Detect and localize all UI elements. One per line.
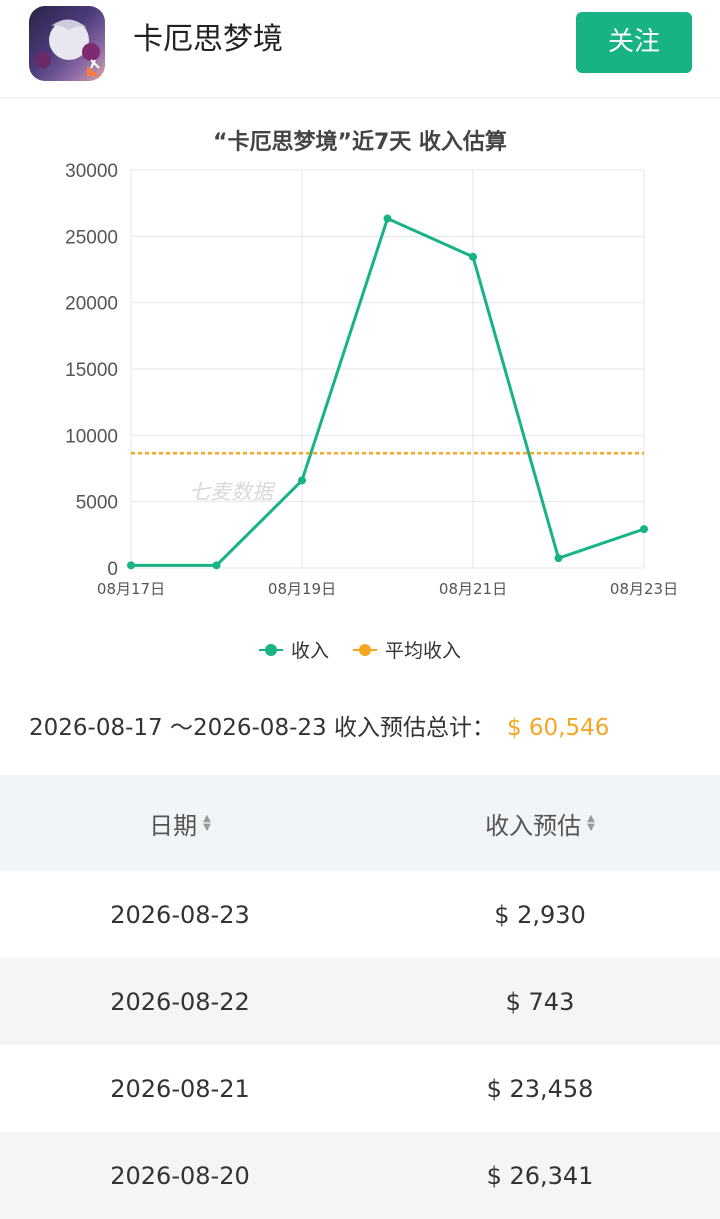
legend-marker-revenue [258, 643, 283, 656]
column-header-date-label: 日期 [149, 811, 198, 840]
y-tick-label: 5000 [76, 493, 118, 514]
revenue-point [298, 476, 306, 485]
legend-item-average[interactable]: 平均收入 [353, 636, 461, 663]
y-tick-label: 20000 [65, 294, 118, 315]
table-cell-date: 2026-08-21 [110, 1074, 250, 1103]
chart-legend: 收入 平均收入 [0, 636, 720, 663]
follow-button[interactable]: 关注 [576, 12, 692, 73]
app-icon[interactable] [29, 6, 105, 81]
x-tick-label: 08月19日 [268, 580, 336, 598]
revenue-point [212, 561, 221, 570]
y-tick-label: 10000 [65, 426, 118, 447]
legend-item-revenue[interactable]: 收入 [258, 636, 329, 663]
table-row: 2026-08-23 $ 2,930 [0, 871, 720, 958]
y-tick-label: 25000 [65, 227, 118, 248]
watermark: 七麦数据 [189, 481, 276, 504]
revenue-table: 日期 ▲ ▼ 收入预估 ▲ ▼ 2026-08-23 $ 2,930 2026-08… [0, 775, 720, 1219]
revenue-point [127, 561, 135, 570]
table-row: 2026-08-20 $ 26,341 [0, 1132, 720, 1219]
table-cell-revenue: $ 26,341 [486, 1161, 594, 1190]
column-header-revenue-label: 收入预估 [485, 811, 582, 840]
summary-label: 2026-08-17 ～2026-08-23 收入预估总计： [29, 715, 495, 741]
app-header: 卡厄思梦境 关注 [0, 0, 720, 98]
legend-label-revenue: 收入 [290, 640, 329, 662]
table-cell-date: 2026-08-20 [110, 1161, 250, 1190]
revenue-point [469, 252, 477, 261]
y-tick-label: 15000 [65, 360, 118, 381]
x-tick-label: 08月23日 [610, 580, 678, 598]
table-row: 2026-08-21 $ 23,458 [0, 1045, 720, 1132]
legend-marker-average [353, 643, 377, 656]
column-header-date[interactable]: 日期 ▲ ▼ [0, 806, 360, 841]
revenue-line [131, 216, 645, 567]
column-header-revenue[interactable]: 收入预估 ▲ ▼ [360, 806, 720, 841]
y-tick-label: 30000 [65, 161, 118, 182]
sort-icon[interactable]: ▲ ▼ [587, 814, 595, 833]
revenue-line-chart: 七麦数据 0 5000 10000 15000 20000 25000 30000 08月17… [65, 161, 678, 598]
revenue-point [383, 214, 392, 223]
y-tick-label: 0 [107, 559, 118, 580]
table-cell-revenue: $ 23,458 [486, 1074, 594, 1103]
x-tick-label: 08月21日 [439, 580, 507, 598]
table-header: 日期 ▲ ▼ 收入预估 ▲ ▼ [0, 775, 720, 871]
table-cell-revenue: $ 743 [505, 987, 575, 1016]
summary-amount: $ 60,546 [506, 715, 610, 741]
x-tick-label: 08月17日 [97, 580, 165, 598]
app-name: 卡厄思梦境 [133, 22, 283, 57]
sort-icon[interactable]: ▲ ▼ [203, 814, 211, 833]
legend-label-average: 平均收入 [385, 640, 462, 662]
table-cell-revenue: $ 2,930 [494, 900, 586, 929]
table-body: 2026-08-23 $ 2,930 2026-08-22 $ 743 2026… [0, 871, 720, 1219]
revenue-summary: 2026-08-17 ～2026-08-23 收入预估总计： $ 60,546 [29, 708, 609, 742]
revenue-point [640, 525, 648, 534]
table-cell-date: 2026-08-22 [110, 987, 250, 1016]
table-row: 2026-08-22 $ 743 [0, 958, 720, 1045]
revenue-point [554, 554, 563, 563]
table-cell-date: 2026-08-23 [110, 900, 250, 929]
